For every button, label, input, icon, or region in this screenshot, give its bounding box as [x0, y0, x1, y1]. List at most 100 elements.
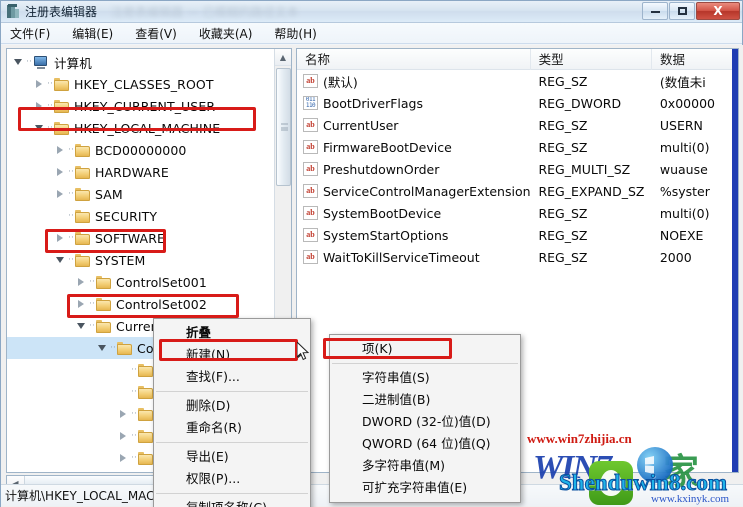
expander-open-icon[interactable] [11, 51, 25, 73]
new-submenu-item[interactable]: 多字符串值(M) [330, 455, 520, 477]
context-menu-item[interactable]: 删除(D) [154, 395, 310, 417]
expander-closed-icon[interactable] [74, 293, 88, 315]
scroll-up-icon[interactable]: ▲ [275, 49, 291, 66]
context-menu-separator [156, 391, 308, 392]
tree-connector-icon: ·· [110, 343, 116, 353]
tree-scroll-thumb[interactable] [276, 68, 291, 186]
minimize-button[interactable] [642, 2, 668, 20]
values-list[interactable]: ab (默认) REG_SZ (数值未i 011 110 BootDriverFlags RE… [297, 70, 738, 268]
tree-node-label: ControlSet002 [116, 296, 207, 312]
expander-closed-icon[interactable] [53, 227, 67, 249]
tree-node[interactable]: ·· SYSTEM [7, 249, 291, 271]
tree-connector-icon: ·· [68, 233, 74, 243]
expander-closed-icon[interactable] [32, 73, 46, 95]
tree-node-label: 计算机 [54, 55, 92, 71]
column-header-data[interactable]: 数据 [652, 49, 738, 70]
value-name-cell: 011 110 BootDriverFlags [297, 96, 530, 111]
value-row[interactable]: ab PreshutdownOrder REG_MULTI_SZ wuause [297, 158, 738, 180]
expander-open-icon[interactable] [53, 249, 67, 271]
maximize-button[interactable] [669, 2, 695, 20]
value-type-cell: REG_EXPAND_SZ [538, 183, 645, 199]
tree-node[interactable]: ·· HKEY_CLASSES_ROOT [7, 73, 291, 95]
context-menu-item[interactable]: 重命名(R) [154, 417, 310, 439]
menu-item-favorites[interactable]: 收藏夹(A) [199, 23, 262, 44]
value-row[interactable]: ab WaitToKillServiceTimeout REG_SZ 2000 [297, 246, 738, 268]
value-row[interactable]: ab CurrentUser REG_SZ USERN [297, 114, 738, 136]
menu-item-help[interactable]: 帮助(H) [274, 23, 325, 44]
tree-node-label: SOFTWARE [95, 230, 165, 246]
expander-closed-icon[interactable] [53, 161, 67, 183]
new-submenu-item[interactable]: 字符串值(S) [330, 367, 520, 389]
expander-open-icon[interactable] [32, 117, 46, 139]
tree-connector-icon: ·· [131, 409, 137, 419]
value-data-cell: wuause [659, 161, 708, 177]
tree-node[interactable]: ·· HKEY_CURRENT_USER [7, 95, 291, 117]
folder-icon [75, 253, 90, 267]
tree-node[interactable]: ·· ControlSet001 [7, 271, 291, 293]
tree-node-selected[interactable]: ·· Cont [7, 337, 167, 359]
folder-icon [75, 187, 90, 201]
expander-open-icon[interactable] [74, 315, 88, 337]
column-header-name[interactable]: 名称 [297, 49, 531, 70]
values-vertical-scrollbar[interactable] [732, 49, 738, 472]
menu-item-file[interactable]: 文件(F) [10, 23, 59, 44]
window-titlebar[interactable]: 注册表编辑器 注册表编辑器 — 已模糊的路径文本 X [1, 1, 742, 23]
value-data-cell: (数值未i [659, 74, 706, 90]
dword-value-icon: 011 110 [303, 96, 318, 110]
context-menu[interactable]: 折叠新建(N)查找(F)... 删除(D)重命名(R) 导出(E)权限(P)... 复… [153, 318, 311, 507]
expander-closed-icon[interactable] [116, 403, 130, 425]
tree-node[interactable]: ·· SOFTWARE [7, 227, 291, 249]
new-submenu[interactable]: 项(K) 字符串值(S) 二进制值(B) DWORD (32-位)值(D) QWORD … [329, 334, 521, 503]
tree-node[interactable]: ·· BCD00000000 [7, 139, 291, 161]
value-name-text: SystemStartOptions [323, 227, 449, 243]
tree-node-label: SAM [95, 186, 123, 202]
tree-node[interactable]: ·· ControlSet002 [7, 293, 291, 315]
new-submenu-item[interactable]: 二进制值(B) [330, 389, 520, 411]
menu-item-view[interactable]: 查看(V) [135, 23, 186, 44]
column-header-type[interactable]: 类型 [531, 49, 652, 70]
value-row[interactable]: 011 110 BootDriverFlags REG_DWORD 0x00000 [297, 92, 738, 114]
expander-none [116, 359, 130, 381]
new-submenu-item[interactable]: 可扩充字符串值(E) [330, 477, 520, 499]
expander-closed-icon[interactable] [32, 95, 46, 117]
value-name-text: PreshutdownOrder [323, 161, 440, 177]
tree-node[interactable]: ·· SECURITY [7, 205, 291, 227]
expander-closed-icon[interactable] [116, 469, 130, 472]
tree-connector-icon: ·· [89, 277, 95, 287]
expander-open-icon[interactable] [95, 337, 109, 359]
value-name-text: BootDriverFlags [323, 95, 424, 111]
tree-connector-icon: ·· [68, 255, 74, 265]
folder-icon [54, 99, 69, 113]
expander-closed-icon[interactable] [116, 447, 130, 469]
value-data-cell: multi(0) [659, 139, 710, 155]
value-row[interactable]: ab SystemStartOptions REG_SZ NOEXE [297, 224, 738, 246]
new-submenu-item[interactable]: QWORD (64 位)值(Q) [330, 433, 520, 455]
values-column-header: 名称 类型 数据 [297, 49, 738, 70]
close-button[interactable]: X [696, 2, 740, 20]
expander-closed-icon[interactable] [116, 425, 130, 447]
context-menu-item[interactable]: 查找(F)... [154, 366, 310, 388]
value-row[interactable]: ab FirmwareBootDevice REG_SZ multi(0) [297, 136, 738, 158]
value-row[interactable]: ab (默认) REG_SZ (数值未i [297, 70, 738, 92]
context-menu-item[interactable]: 折叠 [154, 322, 310, 344]
tree-node[interactable]: ·· HKEY_LOCAL_MACHINE [7, 117, 291, 139]
context-menu-item[interactable]: 导出(E) [154, 446, 310, 468]
value-row[interactable]: ab ServiceControlManagerExtension REG_EXPA… [297, 180, 738, 202]
tree-node[interactable]: ·· SAM [7, 183, 291, 205]
value-row[interactable]: ab SystemBootDevice REG_SZ multi(0) [297, 202, 738, 224]
expander-closed-icon[interactable] [53, 139, 67, 161]
folder-icon [117, 341, 132, 355]
context-menu-item[interactable]: 新建(N) [154, 344, 310, 366]
expander-closed-icon[interactable] [74, 271, 88, 293]
new-submenu-item[interactable]: DWORD (32-位)值(D) [330, 411, 520, 433]
new-submenu-item[interactable]: 项(K) [330, 338, 520, 360]
context-menu-item[interactable]: 权限(P)... [154, 468, 310, 490]
context-menu-item[interactable]: 复制项名称(C) [154, 497, 310, 507]
expander-closed-icon[interactable] [53, 183, 67, 205]
folder-icon [138, 451, 153, 465]
tree-node[interactable]: ·· HARDWARE [7, 161, 291, 183]
menu-item-edit[interactable]: 编辑(E) [72, 23, 122, 44]
tree-node[interactable]: ·· 计算机 [7, 51, 291, 73]
folder-icon [75, 209, 90, 223]
tree-connector-icon: ·· [68, 167, 74, 177]
